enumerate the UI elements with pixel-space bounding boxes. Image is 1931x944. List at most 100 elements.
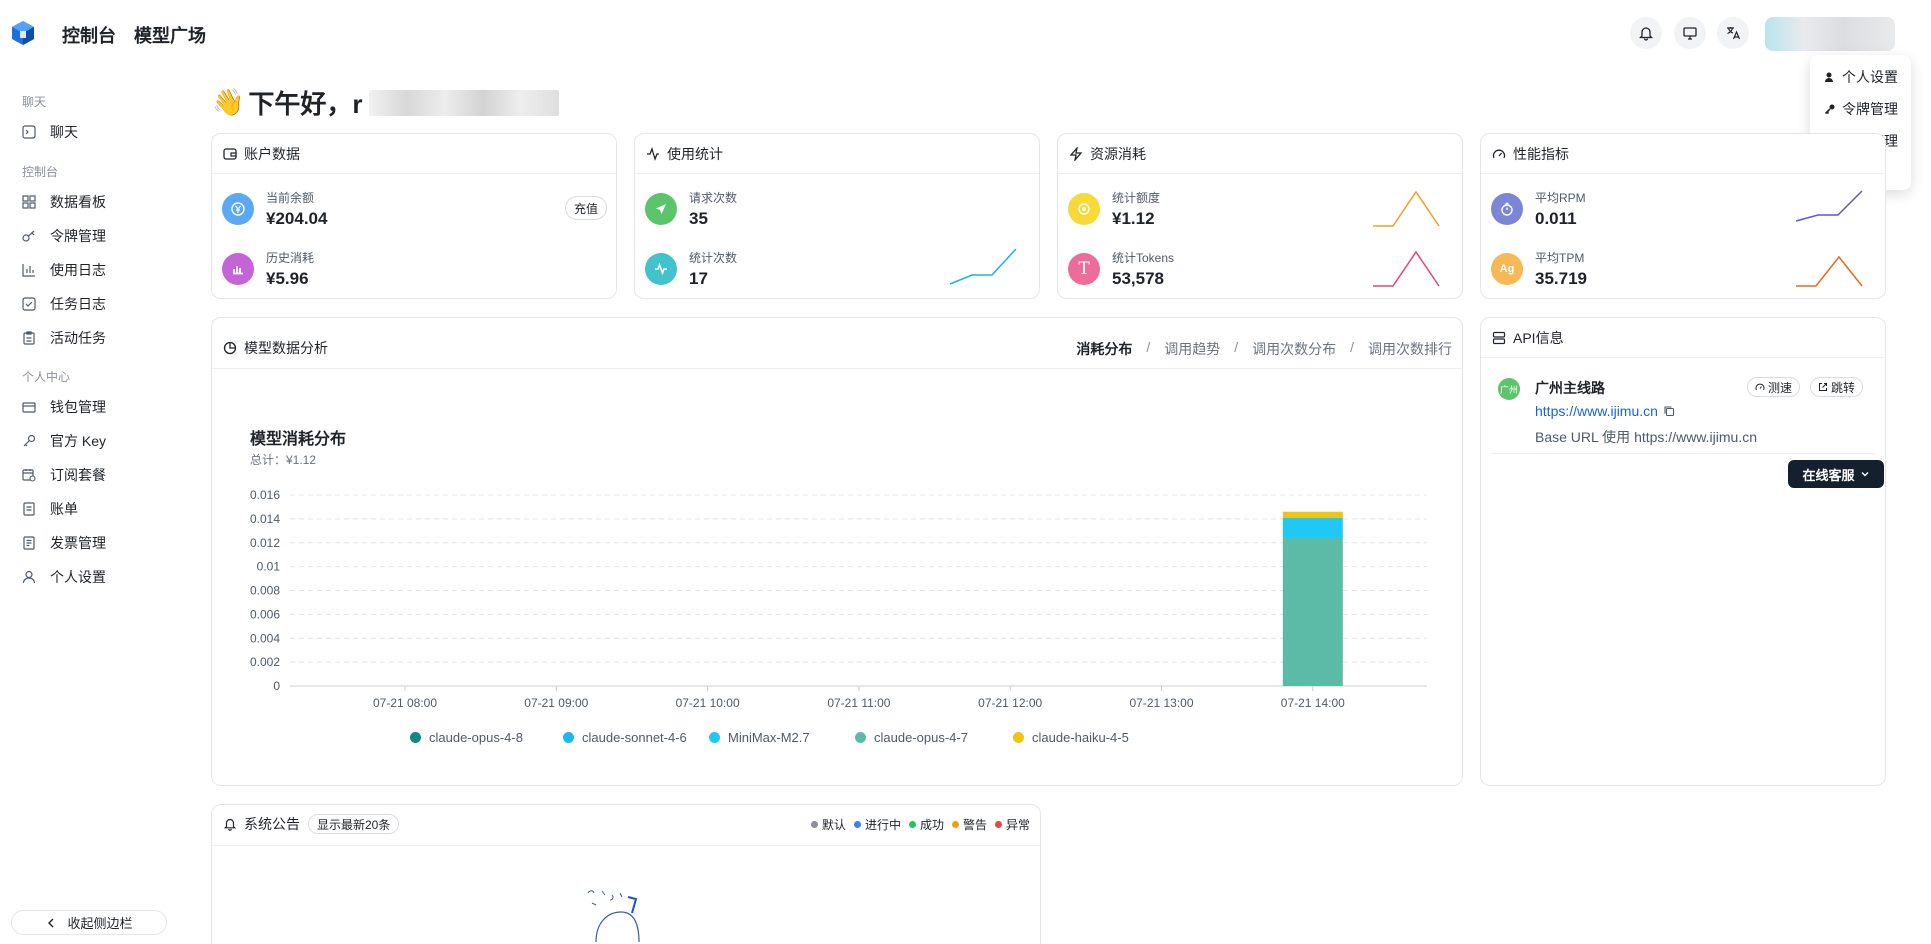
status-dot [994,821,1002,828]
legend-swatch [563,732,574,743]
sidebar-item-official-key[interactable]: 官方 Key [22,426,106,456]
greeting-text: 下午好，r [248,89,363,119]
collapse-sidebar-button[interactable]: 收起侧边栏 [11,910,167,935]
online-support-button[interactable]: 在线客服 [1788,460,1884,488]
requests-stat: 请求次数 35 [645,189,737,229]
sidebar-item-label: 钱包管理 [50,399,106,415]
empty-state-illustration [587,890,640,943]
speed-test-button[interactable]: 测速 [1747,377,1801,397]
gauge-icon [1492,149,1506,158]
legend-item[interactable]: claude-sonnet-4-6 [563,730,687,745]
display-mode-button[interactable] [1674,17,1706,49]
latest-count-badge: 显示最新20条 [308,814,400,834]
sidebar-item-subscription[interactable]: 订阅套餐 [22,460,106,490]
user-avatar-button[interactable] [1765,17,1895,51]
legend-in-progress: 进行中 [853,816,901,833]
tpm-value: 35.719 [1535,269,1587,288]
menu-item-token-management[interactable]: 令牌管理 [1810,93,1911,125]
sidebar-item-activity-task[interactable]: 活动任务 [22,323,106,353]
x-tick-label: 07-21 13:00 [1129,696,1193,710]
legend-default: 默认 [810,816,846,833]
redacted-username [368,89,559,116]
bar-segment [1282,517,1343,538]
tokens-value: 53,578 [1112,269,1164,288]
count-label: 统计次数 [689,251,738,265]
requests-value: 35 [689,209,708,228]
legend-label: claude-opus-4-8 [429,730,523,745]
legend-label: claude-sonnet-4-6 [582,730,687,745]
x-tick-label: 07-21 14:00 [1281,696,1345,710]
sidebar-item-personal-settings[interactable]: 个人设置 [22,562,106,592]
legend-item[interactable]: claude-opus-4-8 [410,730,523,745]
ag-icon: Ag [1491,253,1523,285]
tpm-sparkline [1796,255,1863,287]
sidebar-item-label: 账单 [50,501,78,517]
sidebar-item-task-log[interactable]: 任务日志 [22,289,106,319]
legend-label: 警告 [962,818,987,832]
jump-button[interactable]: 跳转 [1810,377,1864,397]
x-tick-label: 07-21 11:00 [827,696,890,710]
sidebar-item-token-management[interactable]: 令牌管理 [22,221,106,251]
sidebar-item-dashboard[interactable]: 数据看板 [22,187,106,217]
x-tick-label: 07-21 10:00 [676,696,740,710]
external-link-icon [1819,383,1827,391]
x-tick-label: 07-21 08:00 [373,696,437,710]
dashboard-grid-icon [22,195,36,209]
card-header: 使用统计 [635,134,1039,174]
sidebar-item-label: 聊天 [50,124,78,140]
notice-status-legend: 默认 进行中 成功 警告 异常 [803,816,1030,833]
x-tick-label: 07-21 12:00 [978,696,1042,710]
balance-value: ¥204.04 [266,209,328,228]
jump-label: 跳转 [1831,380,1856,395]
tokens-sparkline [1373,250,1440,287]
legend-swatch [709,732,720,743]
rpm-label: 平均RPM [1535,191,1586,205]
activity-icon [647,146,659,161]
sidebar-item-chat[interactable]: 聊天 [22,117,78,147]
copy-icon[interactable] [1663,405,1675,417]
legend-success: 成功 [908,816,944,833]
quota-label: 统计额度 [1112,191,1161,205]
status-dot [853,821,861,828]
stopwatch-icon [1491,193,1523,225]
balance-stat: 当前余额 ¥204.04 [222,189,327,229]
language-button[interactable] [1717,17,1749,49]
menu-item-personal-settings[interactable]: 个人设置 [1810,61,1911,93]
legend-swatch [410,732,421,743]
nav-console[interactable]: 控制台 [62,22,116,48]
rpm-value: 0.011 [1535,209,1577,228]
rpm-sparkline [1795,190,1863,222]
bar-segment [1282,537,1343,686]
sidebar-item-label: 令牌管理 [50,228,106,244]
sidebar-item-label: 官方 Key [50,433,107,449]
account-data-card: 账户数据 当前余额 ¥204.04 充值 历史消耗 ¥5.96 [211,133,617,299]
lightning-icon [1069,146,1083,161]
nav-model-square[interactable]: 模型广场 [134,22,206,48]
sidebar-item-bill[interactable]: 账单 [22,494,78,524]
tokens-stat: T 统计Tokens 53,578 [1068,249,1174,289]
sidebar-section-chat: 聊天 [22,95,47,109]
legend-item[interactable]: MiniMax-M2.7 [709,730,810,745]
send-icon [645,193,677,225]
balance-label: 当前余额 [266,191,315,205]
api-url-link[interactable]: https://www.ijimu.cn [1535,403,1658,419]
sidebar-item-label: 订阅套餐 [50,467,106,483]
sidebar-item-invoice[interactable]: 发票管理 [22,528,106,558]
legend-item[interactable]: claude-opus-4-7 [855,730,968,745]
y-tick-label: 0.008 [250,584,280,598]
tokens-label: 统计Tokens [1112,251,1175,265]
status-dot [908,821,916,828]
server-icon [1492,331,1506,344]
bar-chart-icon [222,253,254,285]
legend-label: claude-opus-4-7 [874,730,968,745]
history-label: 历史消耗 [266,251,315,265]
sidebar-item-wallet[interactable]: 钱包管理 [22,392,106,422]
pulse-icon [645,253,677,285]
count-stat: 统计次数 17 [645,249,737,289]
app-logo-icon[interactable] [10,20,36,46]
notification-bell-button[interactable] [1630,17,1662,49]
recharge-button[interactable]: 充值 [565,196,608,220]
card-header: API信息 [1481,318,1885,358]
legend-item[interactable]: claude-haiku-4-5 [1013,730,1129,745]
sidebar-item-usage-log[interactable]: 使用日志 [22,255,106,285]
